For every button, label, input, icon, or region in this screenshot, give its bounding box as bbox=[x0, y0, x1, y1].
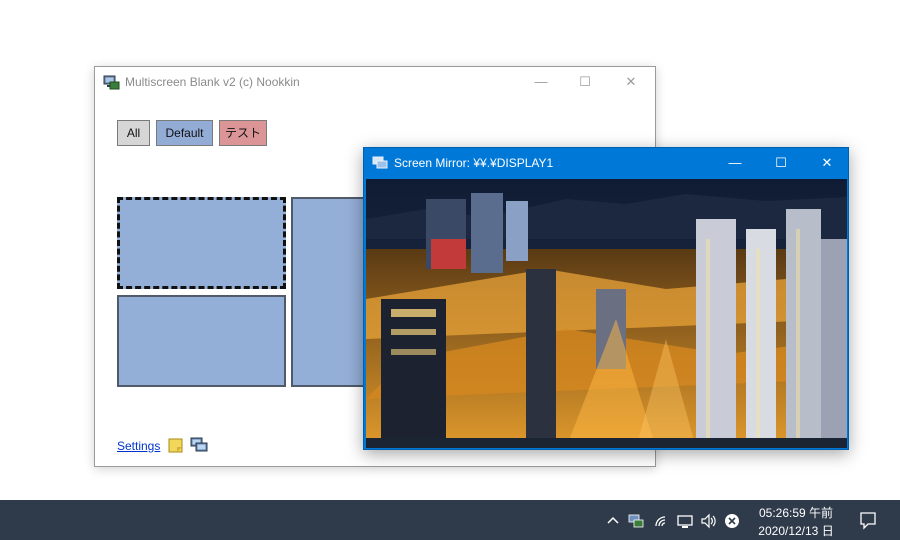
mirror-close-button[interactable]: ✕ bbox=[804, 151, 850, 175]
clock-date[interactable]: 2020/12/13 日 bbox=[744, 522, 848, 539]
multiscreen-titlebar[interactable]: Multiscreen Blank v2 (c) Nookkin — ☐ ✕ bbox=[95, 67, 655, 97]
app-monitor-icon bbox=[103, 75, 120, 90]
chevron-up-icon[interactable] bbox=[604, 512, 622, 530]
screen-tile-1-selected[interactable] bbox=[117, 197, 286, 289]
taskbar: 05:26:59 午前 2020/12/13 日 bbox=[0, 500, 900, 540]
profile-button-test[interactable]: テスト bbox=[219, 120, 267, 146]
clock-time[interactable]: 05:26:59 午前 bbox=[744, 504, 848, 521]
profile-button-default[interactable]: Default bbox=[156, 120, 213, 146]
maximize-button[interactable]: ☐ bbox=[567, 71, 603, 93]
mirror-maximize-button[interactable]: ☐ bbox=[758, 151, 804, 175]
volume-icon[interactable] bbox=[699, 512, 717, 530]
mirror-minimize-button[interactable]: — bbox=[712, 151, 758, 175]
screen-app-icon[interactable] bbox=[627, 512, 645, 530]
network-icon[interactable] bbox=[676, 512, 694, 530]
city-night-photo bbox=[366, 179, 847, 448]
minimize-button[interactable]: — bbox=[523, 71, 559, 93]
profile-button-all[interactable]: All bbox=[117, 120, 150, 146]
mirror-window-title: Screen Mirror: ¥¥.¥DISPLAY1 bbox=[394, 156, 554, 170]
screen-mirror-window: Screen Mirror: ¥¥.¥DISPLAY1 — ☐ ✕ bbox=[363, 147, 849, 450]
screen-tile-2[interactable] bbox=[117, 295, 286, 387]
settings-link[interactable]: Settings bbox=[117, 439, 160, 453]
mirrored-taskbar bbox=[366, 438, 847, 448]
wifi-icon[interactable] bbox=[653, 512, 671, 530]
notification-icon[interactable] bbox=[858, 510, 878, 530]
note-icon[interactable] bbox=[168, 438, 183, 453]
mirrored-display-image bbox=[366, 179, 847, 448]
screen-mirror-app-icon bbox=[372, 156, 388, 169]
window-title: Multiscreen Blank v2 (c) Nookkin bbox=[125, 75, 300, 89]
close-circle-icon[interactable] bbox=[723, 512, 741, 530]
close-button[interactable]: ✕ bbox=[613, 71, 649, 93]
screen-mirror-icon[interactable] bbox=[190, 436, 208, 454]
